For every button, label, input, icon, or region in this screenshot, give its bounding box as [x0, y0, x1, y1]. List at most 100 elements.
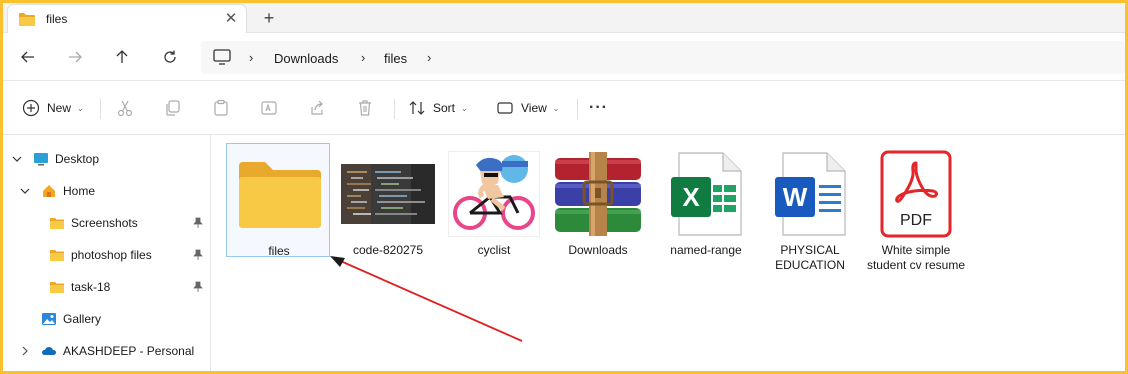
plus-circle-icon: [22, 99, 40, 117]
file-item-files[interactable]: files: [226, 143, 331, 258]
folder-icon: [239, 162, 321, 228]
file-item-named-range[interactable]: X named-range: [654, 143, 758, 283]
rename-button[interactable]: [259, 95, 279, 121]
divider: [394, 99, 395, 119]
new-label: New: [47, 101, 72, 115]
pin-icon[interactable]: [193, 249, 203, 261]
sidebar-item-label: Screenshots: [71, 216, 138, 230]
thumbnail: [546, 149, 650, 239]
back-arrow-icon[interactable]: [16, 45, 40, 69]
file-item-cyclist[interactable]: cyclist: [442, 143, 546, 283]
scissors-icon: [117, 100, 133, 117]
sidebar-item-screenshots[interactable]: Screenshots: [3, 209, 211, 237]
file-name: PHYSICAL EDUCATION: [775, 243, 845, 272]
excel-file-icon: X: [671, 152, 742, 236]
file-item-downloads[interactable]: Downloads: [546, 143, 650, 283]
sidebar-item-gallery[interactable]: Gallery: [3, 305, 211, 333]
thumbnail: [442, 149, 546, 239]
file-explorer-window: files ✕ + › Downloads › files › New ⌄ So…: [3, 3, 1125, 371]
chevron-down-icon: ⌄: [461, 103, 468, 113]
sort-label: Sort: [433, 101, 456, 115]
command-bar: New ⌄ Sort ⌄ View ⌄ ···: [3, 81, 1125, 135]
sidebar-item-home[interactable]: Home: [3, 177, 211, 205]
file-item-physical-education[interactable]: W PHYSICAL EDUCATION: [758, 143, 862, 283]
view-label: View: [521, 101, 547, 115]
address-bar[interactable]: › Downloads › files ›: [201, 41, 1125, 74]
file-name: named-range: [670, 243, 742, 257]
more-icon: ···: [589, 99, 608, 116]
file-name: code-820275: [352, 243, 424, 257]
pin-icon[interactable]: [193, 281, 203, 293]
code-image-thumbnail: [341, 164, 435, 224]
chevron-down-icon: ⌄: [77, 103, 84, 113]
sidebar-item-photoshop-files[interactable]: photoshop files: [3, 241, 211, 269]
divider: [577, 99, 578, 119]
file-item-cv-resume[interactable]: PDF White simple student cv resume: [864, 143, 968, 283]
breadcrumb-files[interactable]: files: [384, 51, 407, 66]
onedrive-icon: [42, 347, 56, 355]
delete-button[interactable]: [355, 95, 375, 121]
new-tab-button[interactable]: +: [258, 7, 280, 29]
pin-icon[interactable]: [193, 217, 203, 229]
sidebar-item-desktop[interactable]: Desktop: [3, 145, 211, 173]
sidebar-item-task-18[interactable]: task-18: [3, 273, 211, 301]
file-name: Downloads: [568, 243, 628, 257]
file-name: White simple student cv resume: [866, 243, 966, 272]
folder-icon: [50, 218, 64, 229]
breadcrumb-separator: ›: [249, 50, 254, 65]
sidebar-item-label: Home: [63, 184, 96, 198]
tab-bar: files ✕ +: [3, 3, 1125, 33]
breadcrumb-downloads[interactable]: Downloads: [274, 51, 338, 66]
thumbnail: W: [758, 149, 862, 239]
thumbnail: PDF: [864, 149, 968, 239]
file-name: files: [268, 244, 290, 258]
share-icon: [311, 100, 323, 115]
sidebar-item-label: photoshop files: [71, 248, 152, 262]
chevron-down-icon[interactable]: [19, 185, 31, 197]
breadcrumb-separator: ›: [361, 50, 366, 65]
sidebar-item-label: AKASHDEEP - Personal: [63, 344, 195, 358]
navigation-pane: Desktop Home Screenshots photoshop files…: [3, 135, 211, 371]
new-button[interactable]: New ⌄: [21, 95, 84, 121]
share-button[interactable]: [307, 95, 327, 121]
sort-button[interactable]: Sort ⌄: [407, 95, 468, 121]
sort-icon: [409, 101, 425, 115]
thumbnail: [227, 150, 331, 240]
close-icon[interactable]: ✕: [222, 10, 240, 28]
sidebar-item-label: task-18: [71, 280, 111, 294]
more-options-button[interactable]: ···: [589, 95, 608, 121]
rename-icon: [261, 101, 277, 115]
winrar-archive-icon: [555, 152, 641, 236]
up-arrow-icon[interactable]: [110, 45, 134, 69]
word-file-icon: W: [775, 152, 846, 236]
chevron-right-icon[interactable]: [19, 345, 31, 357]
trash-icon: [359, 100, 371, 116]
gallery-icon: [42, 313, 56, 325]
tab-title: files: [46, 12, 68, 26]
clipboard-icon: [214, 99, 228, 116]
computer-icon: [213, 49, 231, 65]
chevron-down-icon[interactable]: [11, 153, 23, 165]
file-item-code-820275[interactable]: code-820275: [336, 143, 440, 283]
copy-button[interactable]: [163, 95, 183, 121]
folder-icon: [19, 13, 35, 26]
cut-button[interactable]: [115, 95, 135, 121]
navigation-bar: › Downloads › files ›: [3, 33, 1125, 81]
home-icon: [43, 185, 55, 197]
excel-letter: X: [682, 182, 700, 212]
tab-files[interactable]: files ✕: [7, 4, 247, 33]
pdf-badge: PDF: [900, 212, 932, 229]
sidebar-item-onedrive[interactable]: AKASHDEEP - Personal: [3, 337, 211, 365]
breadcrumb-separator[interactable]: ›: [427, 50, 431, 65]
view-button[interactable]: View ⌄: [495, 95, 560, 121]
word-letter: W: [783, 182, 808, 212]
forward-arrow-icon[interactable]: [63, 45, 87, 69]
cyclist-image-thumbnail: [448, 151, 540, 237]
copy-icon: [166, 100, 180, 116]
paste-button[interactable]: [211, 95, 231, 121]
pdf-file-icon: PDF: [880, 150, 952, 238]
desktop-icon: [34, 153, 48, 166]
refresh-icon[interactable]: [158, 45, 182, 69]
sidebar-item-label: Desktop: [55, 152, 100, 166]
sidebar-item-label: Gallery: [63, 312, 102, 326]
